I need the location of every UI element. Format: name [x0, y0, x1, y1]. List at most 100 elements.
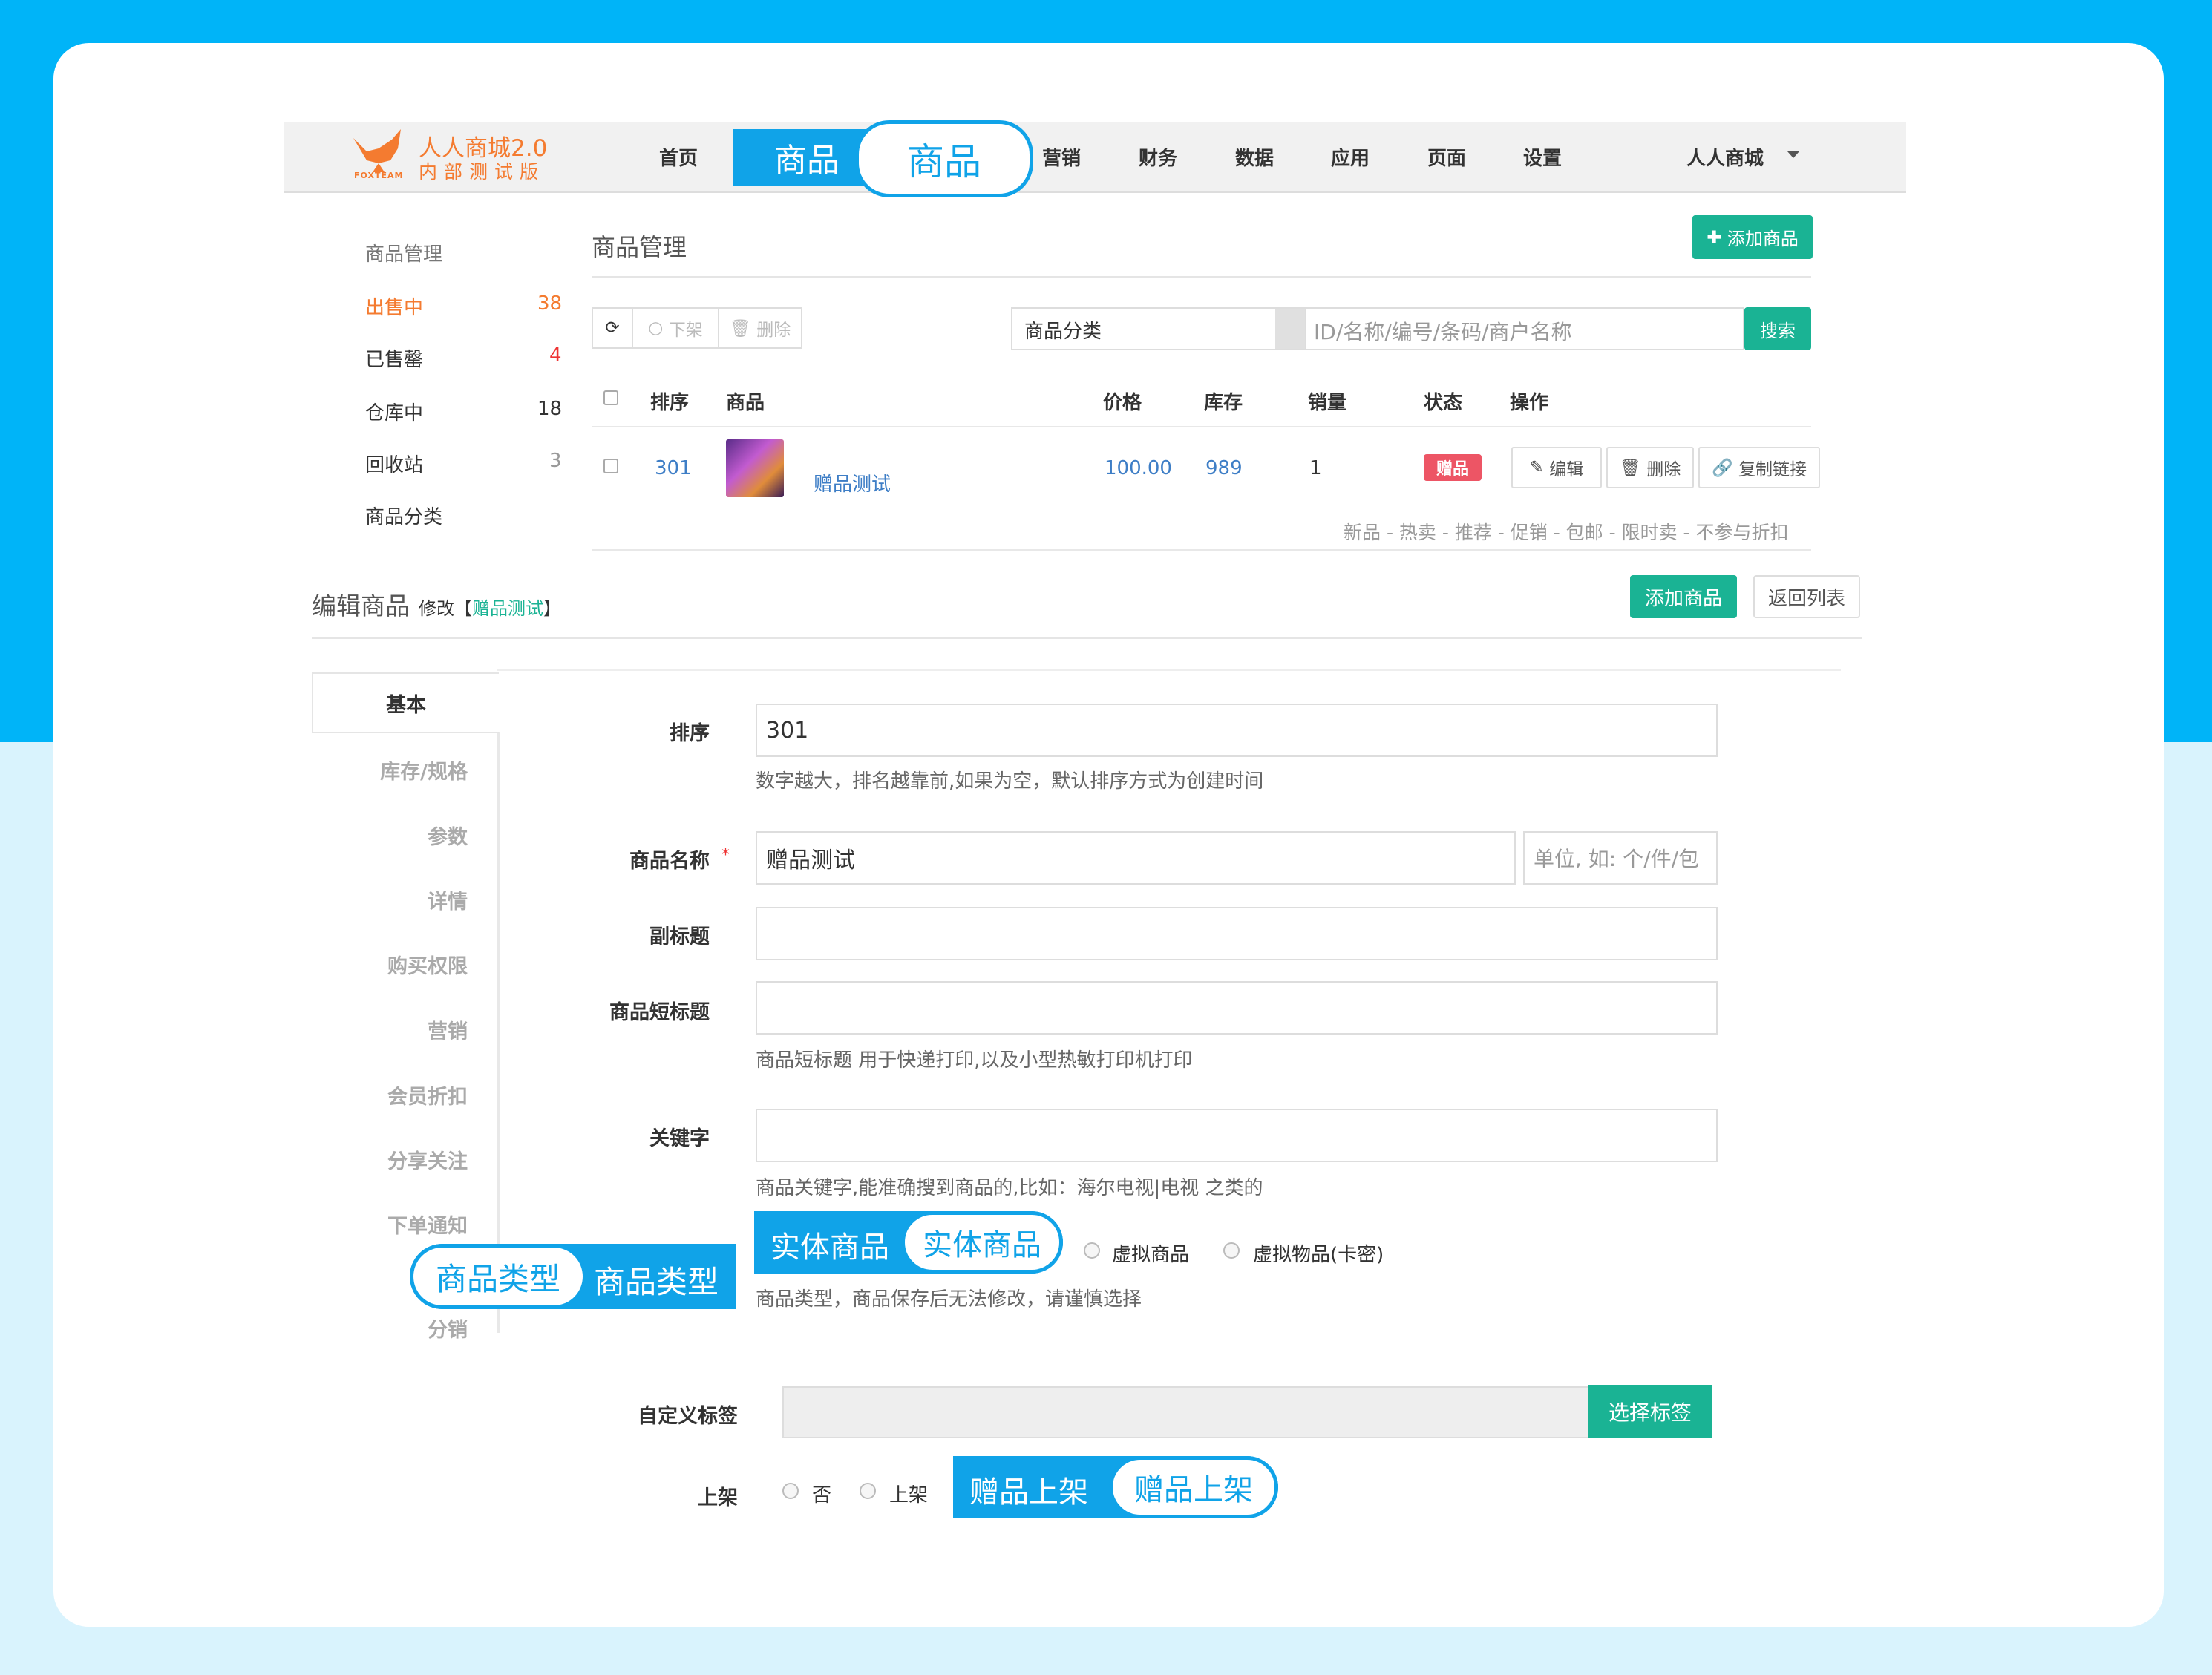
nav-settings[interactable]: 设置: [1523, 143, 1562, 171]
col-actions: 操作: [1510, 392, 1549, 414]
plus-icon: ✚: [1707, 226, 1727, 248]
goods-type-callout: 商品类型: [410, 1244, 586, 1309]
col-stock[interactable]: 库存: [1204, 387, 1243, 415]
logo-subtitle: 内部测试版: [419, 161, 546, 183]
tabs-border: [497, 732, 500, 1333]
sidebar-title: 商品管理: [365, 243, 443, 266]
sidebar-item-category[interactable]: 商品分类: [365, 502, 442, 529]
bulk-delete-button[interactable]: 🗑 删除: [719, 307, 802, 349]
unit-input[interactable]: 单位, 如: 个/件/包: [1523, 831, 1718, 885]
col-order[interactable]: 排序: [650, 387, 689, 415]
subtitle-suffix: 】: [543, 598, 561, 619]
subtitle-prefix: 修改【: [419, 598, 472, 619]
radio-shelf-yes[interactable]: [860, 1483, 876, 1499]
radio-shelf-no[interactable]: [782, 1483, 799, 1499]
sidebar-item-recycle[interactable]: 回收站: [365, 450, 423, 477]
tab-details[interactable]: 详情: [312, 885, 468, 914]
order-input[interactable]: 301: [756, 704, 1718, 757]
order-help: 数字越大，排名越靠前,如果为空，默认排序方式为创建时间: [756, 770, 1264, 793]
user-menu[interactable]: 人人商城: [1686, 143, 1764, 171]
short-title-input[interactable]: [756, 981, 1718, 1035]
sidebar-count-warehouse: 18: [537, 398, 563, 420]
tab-purchase-permission[interactable]: 购买权限: [312, 950, 468, 979]
divider: [592, 426, 1811, 427]
row-checkbox[interactable]: [603, 459, 618, 473]
bulk-delete-label: 删除: [756, 321, 791, 340]
tags-display[interactable]: [782, 1386, 1590, 1438]
divider: [592, 549, 1811, 551]
delete-button[interactable]: 🗑 删除: [1606, 447, 1694, 488]
name-input[interactable]: 赠品测试: [756, 831, 1516, 885]
shelf-option-no[interactable]: 否: [812, 1480, 831, 1507]
col-price[interactable]: 价格: [1103, 387, 1142, 415]
refresh-button[interactable]: ⟳: [592, 307, 633, 349]
add-goods-button[interactable]: ✚ 添加商品: [1692, 215, 1813, 259]
sidebar-count-recycle: 3: [549, 450, 562, 472]
subtitle-input[interactable]: [756, 907, 1718, 960]
delete-label: 删除: [1646, 460, 1681, 479]
off-shelf-button[interactable]: ○ 下架: [633, 307, 719, 349]
search-button[interactable]: 搜索: [1744, 307, 1811, 350]
add-goods-label: 添加商品: [1727, 229, 1799, 249]
goods-type-label: 商品类型: [594, 1264, 719, 1300]
edit-icon: ✎: [1529, 458, 1550, 477]
logo-brand: FOXTEAM: [354, 171, 404, 180]
name-label: 商品名称: [629, 850, 710, 873]
sidebar-item-warehouse[interactable]: 仓库中: [365, 398, 423, 425]
sidebar-count-sold-out: 4: [549, 344, 562, 367]
row-price[interactable]: 100.00: [1105, 457, 1172, 479]
radio-virtual[interactable]: [1084, 1242, 1100, 1259]
goods-thumbnail[interactable]: [726, 439, 784, 497]
trash-icon: 🗑: [729, 318, 757, 338]
tab-member-discount[interactable]: 会员折扣: [312, 1081, 468, 1109]
radio-virtual-card[interactable]: [1223, 1242, 1240, 1259]
refresh-icon: ⟳: [605, 318, 620, 338]
tab-stock-spec[interactable]: 库存/规格: [312, 755, 468, 784]
type-option-physical[interactable]: 实体商品: [770, 1223, 889, 1266]
goods-flags[interactable]: 新品 - 热卖 - 推荐 - 促销 - 包邮 - 限时卖 - 不参与折扣: [1344, 518, 1789, 545]
row-goods-name[interactable]: 赠品测试: [814, 469, 891, 496]
subtitle-goods-link[interactable]: 赠品测试: [472, 598, 543, 619]
select-arrow-icon[interactable]: [1275, 309, 1305, 349]
row-order[interactable]: 301: [655, 457, 692, 479]
nav-home[interactable]: 首页: [659, 143, 698, 171]
col-sales[interactable]: 销量: [1308, 387, 1346, 415]
divider: [497, 669, 1841, 671]
edit-button[interactable]: ✎ 编辑: [1511, 447, 1602, 488]
type-help: 商品类型，商品保存后无法修改，请谨慎选择: [756, 1288, 1142, 1311]
shelf-option-gift[interactable]: 赠品上架: [969, 1468, 1088, 1511]
add-goods-button-2[interactable]: 添加商品: [1630, 575, 1737, 618]
search-input[interactable]: ID/名称/编号/条码/商户名称: [1305, 307, 1744, 350]
nav-finance[interactable]: 财务: [1139, 143, 1177, 171]
circle-icon: ○: [648, 318, 669, 338]
chevron-down-icon[interactable]: [1787, 151, 1799, 158]
shelf-option-yes[interactable]: 上架: [889, 1480, 928, 1507]
required-mark: *: [721, 846, 730, 865]
type-option-virtual[interactable]: 虚拟商品: [1112, 1239, 1189, 1267]
edit-title: 编辑商品: [312, 591, 410, 620]
nav-apps[interactable]: 应用: [1331, 143, 1370, 171]
sidebar-item-on-sale[interactable]: 出售中: [365, 292, 423, 320]
subtitle-label: 副标题: [649, 925, 710, 948]
shelf-label: 上架: [698, 1486, 738, 1510]
select-all-checkbox[interactable]: [603, 390, 618, 405]
tab-distribution[interactable]: 分销: [312, 1314, 468, 1343]
nav-marketing[interactable]: 营销: [1042, 143, 1081, 171]
select-tags-button[interactable]: 选择标签: [1588, 1385, 1712, 1438]
tags-label: 自定义标签: [638, 1405, 738, 1428]
sidebar-item-sold-out[interactable]: 已售罄: [365, 344, 423, 372]
category-select[interactable]: 商品分类: [1011, 307, 1306, 350]
copy-link-button[interactable]: 🔗 复制链接: [1698, 447, 1820, 488]
keyword-input[interactable]: [756, 1109, 1718, 1162]
tab-order-notice[interactable]: 下单通知: [312, 1210, 468, 1239]
type-option-virtual-card[interactable]: 虚拟物品(卡密): [1253, 1239, 1384, 1267]
gift-shelf-callout: 赠品上架: [1109, 1456, 1278, 1518]
nav-data[interactable]: 数据: [1235, 143, 1274, 171]
keyword-help: 商品关键字,能准确搜到商品的,比如：海尔电视|电视 之类的: [756, 1177, 1263, 1199]
sidebar-count-on-sale: 38: [537, 292, 563, 315]
nav-pages[interactable]: 页面: [1427, 143, 1466, 171]
row-stock[interactable]: 989: [1205, 457, 1243, 479]
row-sales: 1: [1309, 457, 1322, 479]
edit-label: 编辑: [1549, 460, 1584, 479]
back-to-list-button[interactable]: 返回列表: [1753, 575, 1860, 618]
